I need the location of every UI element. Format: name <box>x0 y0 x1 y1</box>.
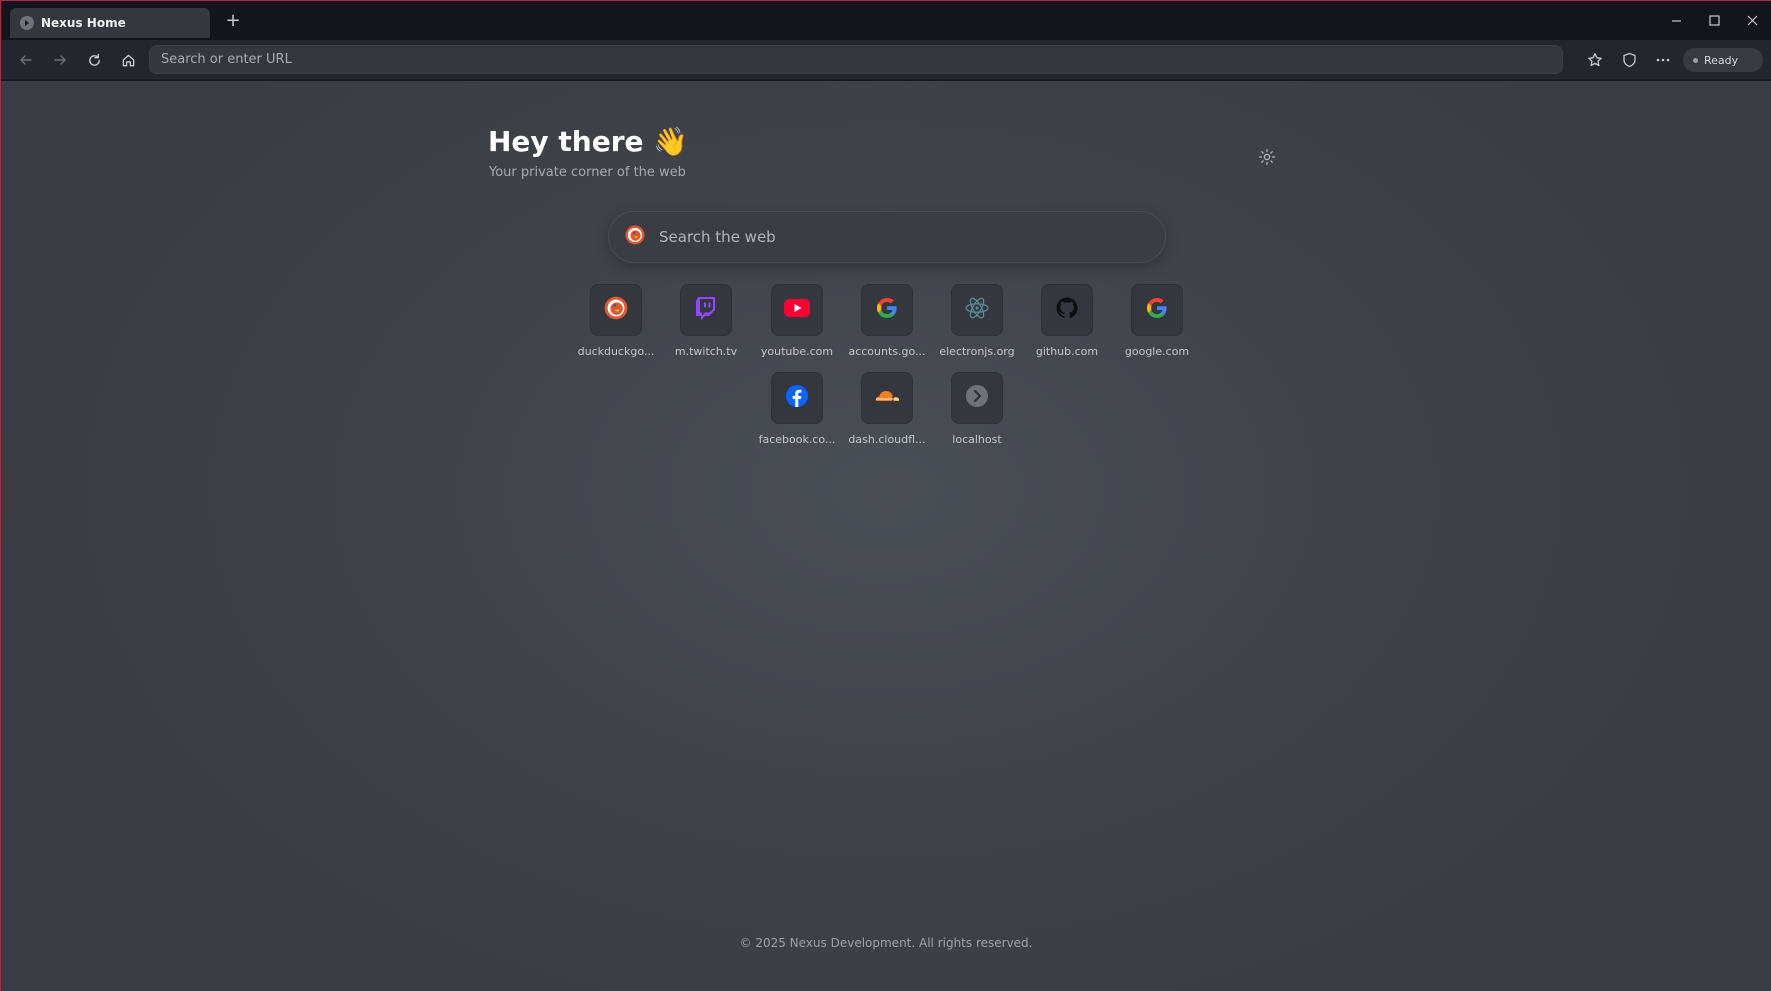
shortcut-tile[interactable] <box>861 372 913 424</box>
page-title: Hey there 👋 <box>488 125 689 158</box>
toolbar: Ready <box>1 40 1771 80</box>
shortcut-tile[interactable] <box>861 284 913 336</box>
duckduckgo-icon <box>625 225 645 249</box>
back-icon[interactable] <box>13 48 39 72</box>
shortcut-label: localhost <box>952 433 1002 446</box>
url-input[interactable] <box>161 52 1562 67</box>
shortcut-tile[interactable] <box>951 284 1003 336</box>
shortcut-label: dash.cloudfl... <box>848 433 926 446</box>
shortcut-label: github.com <box>1035 345 1099 358</box>
minimize-icon[interactable] <box>1657 1 1695 40</box>
shortcut-facebook[interactable]: facebook.co... <box>756 372 838 452</box>
tab-nexus-home[interactable]: Nexus Home <box>10 8 210 38</box>
shortcut-label: facebook.co... <box>758 433 836 446</box>
duckduckgo-icon <box>604 296 628 324</box>
shortcut-cloudflare[interactable]: dash.cloudfl... <box>846 372 928 452</box>
shortcut-github[interactable]: github.com <box>1026 284 1108 364</box>
shortcut-tile[interactable] <box>771 372 823 424</box>
tab-title: Nexus Home <box>41 16 126 30</box>
shortcut-tile[interactable] <box>680 284 732 336</box>
more-icon[interactable] <box>1650 48 1676 72</box>
new-tab-page: Hey there 👋 Your private corner of the w… <box>1 81 1771 991</box>
shortcut-label: google.com <box>1124 345 1190 358</box>
facebook-icon <box>785 384 809 412</box>
github-icon <box>1055 296 1079 324</box>
browser-window: Nexus Home + Search or enter URL Ready H… <box>0 0 1771 991</box>
shortcut-youtube[interactable]: youtube.com <box>756 284 838 364</box>
star-icon[interactable] <box>1582 48 1608 72</box>
reload-icon[interactable] <box>81 48 107 72</box>
shortcut-label: duckduckgo... <box>577 345 655 358</box>
search-box[interactable] <box>608 211 1166 263</box>
settings-icon[interactable] <box>1255 145 1279 169</box>
shortcut-tile[interactable] <box>1131 284 1183 336</box>
window-controls <box>1657 1 1771 40</box>
title-bar: Nexus Home + <box>1 1 1771 40</box>
search-input[interactable] <box>659 228 1129 246</box>
status-text: Ready <box>1704 53 1739 67</box>
electron-icon <box>964 295 990 325</box>
shortcut-duckduckgo[interactable]: duckduckgo... <box>575 284 657 364</box>
new-tab-button[interactable]: + <box>223 9 243 31</box>
status-badge: Ready <box>1683 48 1763 72</box>
status-dot <box>1693 57 1698 63</box>
footer-copyright: © 2025 Nexus Development. All rights res… <box>739 936 1033 950</box>
close-icon[interactable] <box>1733 1 1771 40</box>
shortcut-electronjs[interactable]: electronjs.org <box>936 284 1018 364</box>
forward-icon[interactable] <box>47 48 73 72</box>
url-bar[interactable] <box>149 45 1563 74</box>
google-icon <box>1145 296 1169 324</box>
cloudflare-icon <box>873 388 901 408</box>
shortcut-label: youtube.com <box>760 345 834 358</box>
twitch-icon <box>695 296 717 324</box>
shortcut-twitch[interactable]: m.twitch.tv <box>665 284 747 364</box>
shortcut-tile[interactable] <box>951 372 1003 424</box>
shortcut-tile[interactable] <box>771 284 823 336</box>
page-subtitle: Your private corner of the web <box>489 165 686 180</box>
shortcut-tile[interactable] <box>1041 284 1093 336</box>
shortcut-localhost[interactable]: localhost <box>936 372 1018 452</box>
shortcut-google[interactable]: google.com <box>1116 284 1198 364</box>
maximize-icon[interactable] <box>1695 1 1733 40</box>
youtube-icon <box>784 299 810 321</box>
localhost-icon <box>965 384 989 412</box>
shortcut-label: m.twitch.tv <box>674 345 738 358</box>
shortcut-accounts-google[interactable]: accounts.go... <box>846 284 928 364</box>
home-icon[interactable] <box>115 48 141 72</box>
google-icon <box>875 296 899 324</box>
shortcut-label: electronjs.org <box>939 345 1015 358</box>
shield-icon[interactable] <box>1616 48 1642 72</box>
shortcut-tile[interactable] <box>590 284 642 336</box>
nexus-icon <box>20 16 34 30</box>
shortcut-label: accounts.go... <box>848 345 926 358</box>
